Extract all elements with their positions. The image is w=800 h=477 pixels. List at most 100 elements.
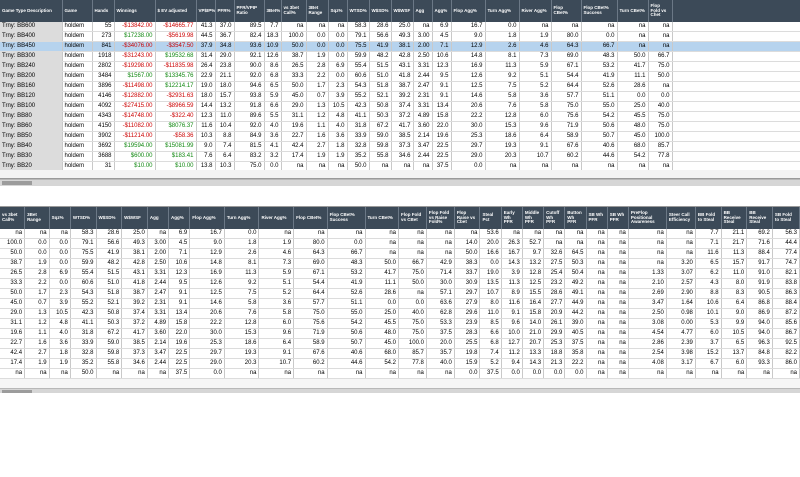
table-row[interactable]: Trny: BB160 holdem 3896 -$11498.00 $12214.17… xyxy=(0,81,800,92)
column-header[interactable]: PreFlop Positional Awareness xyxy=(628,207,667,229)
column-header[interactable]: Winnings xyxy=(114,0,156,22)
column-header[interactable]: 3Bet Range xyxy=(306,0,329,22)
column-header[interactable]: 3Bet% xyxy=(264,0,282,22)
column-header[interactable]: PFR/VPIP Ratio xyxy=(234,0,265,22)
column-header[interactable]: vs 3bet Call% xyxy=(0,207,26,229)
table-row[interactable]: 29.0 1.3 10.5 42.3 50.8 37.4 3.31 13.4 20.6 7.6 5.… xyxy=(0,308,800,319)
table-row[interactable]: Trny: BB600 holdem 55 -$13842.00 -$14665.77 4… xyxy=(0,22,800,32)
table-cell: 51.1 xyxy=(581,91,618,102)
table-row[interactable]: 26.5 2.8 6.9 55.4 51.5 43.1 3.31 12.3 16.9 11.3 5.… xyxy=(0,268,800,279)
table-cell: na xyxy=(586,308,608,319)
stats-grid-top[interactable]: Game Type Description Game Hands Winnings $ … xyxy=(0,0,800,179)
column-header[interactable]: River Agg% xyxy=(519,0,552,22)
stats-grid-bottom[interactable]: vs 3bet Call% 3Bet Range Sqz% WTSD% W$SD% W$W… xyxy=(0,206,800,391)
row-filler xyxy=(672,101,800,112)
table-cell: 2.8 xyxy=(24,268,50,279)
column-header[interactable]: Flop Agg% xyxy=(189,207,225,229)
column-header[interactable]: 3Bet Range xyxy=(24,207,50,229)
table-row[interactable]: Trny: BB60 holdem 4150 -$11082.00 $8076.37 11… xyxy=(0,121,800,132)
column-header[interactable]: River Agg% xyxy=(258,207,295,229)
column-header[interactable]: Button Wh PFR xyxy=(564,207,587,229)
column-header[interactable]: Flop CBet% xyxy=(293,207,328,229)
column-header[interactable]: Turn Agg% xyxy=(224,207,260,229)
table-row[interactable]: Trny: BB30 holdem 3688 $600.00 $183.41 7.6 6.4… xyxy=(0,151,800,162)
table-cell: 20.7 xyxy=(522,338,545,349)
table-row[interactable]: 45.0 0.7 3.9 55.2 52.1 39.2 2.31 9.1 14.6 5.8 3.6 5… xyxy=(0,298,800,309)
table-row[interactable]: Trny: BB300 holdem 1918 -$31243.00 $19532.68… xyxy=(0,51,800,62)
table-row[interactable]: Trny: BB40 holdem 3692 $19594.00 $15081.99 9.… xyxy=(0,141,800,152)
column-header[interactable]: Agg% xyxy=(432,0,452,22)
table-cell: 34.6 xyxy=(121,358,148,369)
column-header[interactable]: Game xyxy=(62,0,93,22)
column-header[interactable]: SB Wh PFR xyxy=(586,207,608,229)
column-header[interactable]: W$SD% xyxy=(96,207,123,229)
table-cell: na xyxy=(586,338,608,349)
table-cell: 71.9 xyxy=(293,328,328,339)
column-header[interactable]: Turn Agg% xyxy=(485,0,520,22)
horizontal-scrollbar-top[interactable] xyxy=(0,179,800,186)
table-row[interactable]: Trny: BB100 holdem 4092 -$27415.00 -$8966.59… xyxy=(0,101,800,112)
column-header[interactable]: SB Fold to Steal xyxy=(772,207,800,229)
column-header[interactable]: Agg xyxy=(147,207,170,229)
table-row[interactable]: 50.0 0.0 0.0 75.5 41.9 38.1 2.00 7.1 12.9 2.6 4.6 6… xyxy=(0,248,800,259)
column-header[interactable]: WTSD% xyxy=(347,0,370,22)
column-header[interactable]: PFR% xyxy=(215,0,235,22)
column-header[interactable]: Flop CBet% Success xyxy=(581,0,618,22)
table-row[interactable]: 31.1 1.2 4.8 41.1 50.3 37.2 4.89 15.8 22.2 12.8 6.… xyxy=(0,318,800,329)
column-header[interactable]: SB Wh PFR xyxy=(607,207,629,229)
table-row[interactable]: 17.4 1.9 1.9 35.2 55.8 34.6 2.44 22.5 29.0 20.3 10… xyxy=(0,358,800,369)
table-row[interactable]: Trny: BB200 holdem 3484 $1567.00 $13345.76 22… xyxy=(0,71,800,82)
table-row[interactable]: na na na 50.0 na na na 37.5 0.0 na na na na na na na 0.0… xyxy=(0,368,800,379)
column-header[interactable]: Middle Wh PFR xyxy=(522,207,545,229)
table-cell: 12.3 xyxy=(168,268,191,279)
table-row[interactable]: 33.3 2.2 0.0 60.6 51.0 41.8 2.44 9.5 12.6 9.2 5.1 5… xyxy=(0,278,800,289)
column-header[interactable]: BB Receive Steal xyxy=(746,207,773,229)
column-header[interactable]: Agg xyxy=(413,0,433,22)
column-header[interactable]: Flop CBet% xyxy=(551,0,582,22)
column-header[interactable]: BB Receive Steal xyxy=(721,207,748,229)
table-row[interactable]: 19.6 1.1 4.0 31.8 67.2 41.7 3.60 22.0 30.0 15.3 9.… xyxy=(0,328,800,339)
table-row[interactable]: 22.7 1.6 3.6 33.9 59.0 38.5 2.14 19.6 25.3 18.6 6.… xyxy=(0,338,800,349)
column-header[interactable]: W$SD% xyxy=(369,0,392,22)
column-header[interactable]: Hands xyxy=(92,0,115,22)
column-header[interactable]: Early Wh PFR xyxy=(501,207,523,229)
column-header[interactable]: Flop Raise vs Cbet xyxy=(454,207,481,229)
table-row[interactable]: Trny: BB120 holdem 4146 -$12882.00 -$2931.63… xyxy=(0,91,800,102)
table-row[interactable]: Trny: BB450 holdem 841 -$34076.00 -$3547.50 3… xyxy=(0,41,800,52)
column-header[interactable]: Agg% xyxy=(168,207,191,229)
column-header[interactable]: Sqz% xyxy=(328,0,348,22)
table-cell: 25.0 xyxy=(365,308,400,319)
table-row[interactable]: na na na 58.3 28.6 25.0 na 6.9 16.7 0.0 na na na na na… xyxy=(0,229,800,239)
column-header[interactable]: BB Fold to Steal xyxy=(695,207,722,229)
column-header[interactable]: Turn CBet% xyxy=(617,0,649,22)
table-cell: -$58.36 xyxy=(155,131,197,142)
column-header[interactable]: Turn CBet% xyxy=(365,207,400,229)
column-header[interactable]: vs 3bet Call% xyxy=(281,0,307,22)
column-header[interactable]: $ EV adjusted xyxy=(155,0,197,22)
column-header[interactable]: Flop Fold vs Raise Fold% xyxy=(426,207,455,229)
table-row[interactable]: Trny: BB240 holdem 2802 -$19298.00 -$11835.9… xyxy=(0,61,800,72)
table-row[interactable]: 50.0 1.7 2.3 54.3 51.8 38.7 2.47 9.1 12.5 7.5 5.2 6… xyxy=(0,288,800,299)
column-header[interactable]: Steer Call Efficiency xyxy=(666,207,696,229)
column-header[interactable]: Game Type Description xyxy=(0,0,63,22)
table-cell: 1.7 xyxy=(24,288,50,299)
column-header[interactable]: W$WSF xyxy=(121,207,148,229)
column-header[interactable]: Flop CBet% Success xyxy=(327,207,366,229)
table-cell: 96.3 xyxy=(746,338,773,349)
column-header[interactable]: Flop Fold vs Chet xyxy=(648,0,673,22)
column-header[interactable]: Flop Fold vs CBet xyxy=(398,207,427,229)
scrollbar-thumb[interactable] xyxy=(2,181,32,185)
column-header[interactable]: Steal Pct xyxy=(479,207,502,229)
table-row[interactable]: 38.7 1.9 0.0 59.9 48.2 42.8 2.50 10.6 14.8 8.1 7.3… xyxy=(0,258,800,269)
column-header[interactable]: WTSD% xyxy=(70,207,97,229)
table-row[interactable]: 42.4 2.7 1.8 32.8 59.8 37.3 3.47 22.5 29.7 19.3 9.… xyxy=(0,348,800,359)
column-header[interactable]: Cutoff Wh PFR xyxy=(543,207,566,229)
table-row[interactable]: Trny: BB50 holdem 3902 -$11214.00 -$58.36 10.… xyxy=(0,131,800,142)
table-row[interactable]: Trny: BB80 holdem 4343 -$14748.00 -$322.40 12… xyxy=(0,111,800,122)
table-row[interactable]: Trny: BB400 holdem 273 $17238.00 -$5619.98 44… xyxy=(0,31,800,42)
table-row[interactable]: 100.0 0.0 0.0 79.1 56.6 49.3 3.00 4.5 9.0 1.8 1.9 8… xyxy=(0,238,800,249)
column-header[interactable]: Sqz% xyxy=(49,207,71,229)
column-header[interactable]: W$WSF xyxy=(391,0,414,22)
column-header[interactable]: VP$IP% xyxy=(196,0,216,22)
column-header[interactable]: Flop Agg% xyxy=(451,0,486,22)
